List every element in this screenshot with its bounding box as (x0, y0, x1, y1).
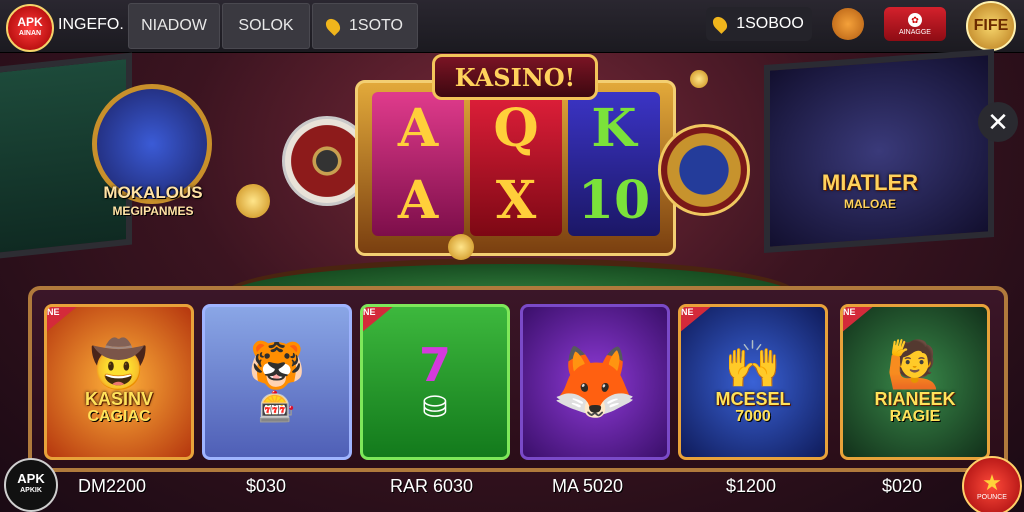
coin-icon (448, 234, 474, 260)
coin-icon (690, 70, 708, 88)
new-tag: NE (681, 307, 713, 333)
location-pin-icon (323, 16, 343, 36)
close-icon[interactable]: ✕ (978, 102, 1018, 142)
right-monitor[interactable] (764, 48, 994, 254)
game-card-3[interactable]: NE 7 ⛁ (360, 304, 510, 460)
star-bonus-button[interactable]: ★ POUNCE (962, 456, 1022, 512)
game-price-6: $020 (882, 476, 923, 496)
reel-symbol: A (397, 97, 439, 159)
apk-bottom-main: APK (17, 471, 45, 486)
tiger-icon: 🐯 (248, 339, 306, 391)
new-tag: NE (47, 307, 79, 333)
location-value: 1SOTO (349, 17, 403, 34)
location-button[interactable]: 1SOTO (312, 3, 418, 49)
reel-symbol: A (397, 169, 439, 231)
game-card-2[interactable]: 🐯 🎰 (202, 304, 352, 460)
top-bar: APK AINAN INGEFO. NIADOW SOLOK 1SOTO 1SO… (0, 0, 1024, 53)
game-title: RIANEEK (874, 389, 956, 409)
tiger-mascot-icon[interactable] (832, 8, 864, 40)
apk-bottom-logo[interactable]: APK APKIK (4, 458, 58, 512)
people-icon: 🙋 (886, 338, 944, 390)
seven-icon: 7 (418, 338, 451, 392)
chips-icon: 🎰 (258, 391, 296, 424)
game-title: MCESEL (715, 389, 791, 409)
logo-sub: AINAN (18, 30, 42, 37)
reel-symbol: K (591, 97, 637, 159)
balance-value: 1SOBOO (736, 15, 804, 32)
left-promo-subtitle: MEGIPANMES (112, 204, 194, 218)
balance-display[interactable]: 1SOBOO (706, 7, 812, 41)
game-price-4: MA 5020 (552, 476, 624, 496)
brand-name: INGEFO. (58, 16, 124, 33)
game-price-5: $1200 (726, 476, 777, 496)
game-card-1[interactable]: NE 🤠 KASINV CAGIAC (44, 304, 194, 460)
apk-bottom-sub: APKIK (20, 487, 42, 494)
game-card-5[interactable]: NE 🙌 MCESEL 7000 (678, 304, 828, 460)
game-price-2: $030 (246, 476, 287, 496)
nav-button-2[interactable]: SOLOK (222, 3, 310, 49)
game-subtitle: 7000 (735, 408, 771, 425)
nav-button-1[interactable]: NIADOW (128, 3, 220, 49)
reel-symbol: 10 (577, 169, 651, 231)
roulette-tiger-icon: 🦊 (551, 343, 639, 421)
reel-symbol: X (495, 169, 537, 231)
star-icon: ★ (982, 469, 1002, 495)
right-promo-title: MIATLER (821, 170, 919, 195)
balance-pin-icon (710, 14, 731, 34)
game-price-1: DM2200 (78, 476, 147, 496)
people-icon: 🙌 (724, 338, 782, 390)
promo-button[interactable]: ✿ AINAGGE (884, 7, 946, 41)
slot-reel-1: A A (372, 92, 464, 236)
slot-reel-2: Q X (470, 92, 562, 236)
game-card-6[interactable]: NE 🙋 RIANEEK RAGIE (840, 304, 990, 460)
game-card-4[interactable]: 🦊 (520, 304, 670, 460)
game-subtitle: RAGIE (889, 408, 941, 425)
gold-coin-button[interactable]: FIFE (966, 1, 1016, 51)
coin-icon (236, 184, 270, 218)
apk-logo[interactable]: APK AINAN (6, 4, 54, 52)
reel-symbol: Q (493, 97, 539, 159)
slot-title: KASINO! (432, 54, 598, 100)
star-label: POUNCE (977, 493, 1007, 501)
new-tag: NE (843, 307, 875, 333)
game-title: KASINV (84, 389, 153, 409)
new-tag: NE (363, 307, 395, 333)
poker-chip-icon: ⛁ (422, 391, 448, 424)
left-promo-title: MOKALOUS (103, 183, 203, 202)
slot-reel-3: K 10 (568, 92, 660, 236)
right-promo-subtitle: MALOAE (844, 197, 896, 211)
cowboy-icon: 🤠 (90, 338, 148, 390)
roulette-clock-icon (658, 124, 750, 216)
promo-label: AINAGGE (899, 28, 931, 36)
casino-scene: APK AINAN INGEFO. NIADOW SOLOK 1SOTO 1SO… (0, 0, 1024, 512)
promo-icon: ✿ (908, 12, 922, 27)
logo-main: APK (17, 15, 43, 29)
game-price-3: RAR 6030 (390, 476, 474, 496)
game-subtitle: CAGIAC (87, 408, 151, 425)
